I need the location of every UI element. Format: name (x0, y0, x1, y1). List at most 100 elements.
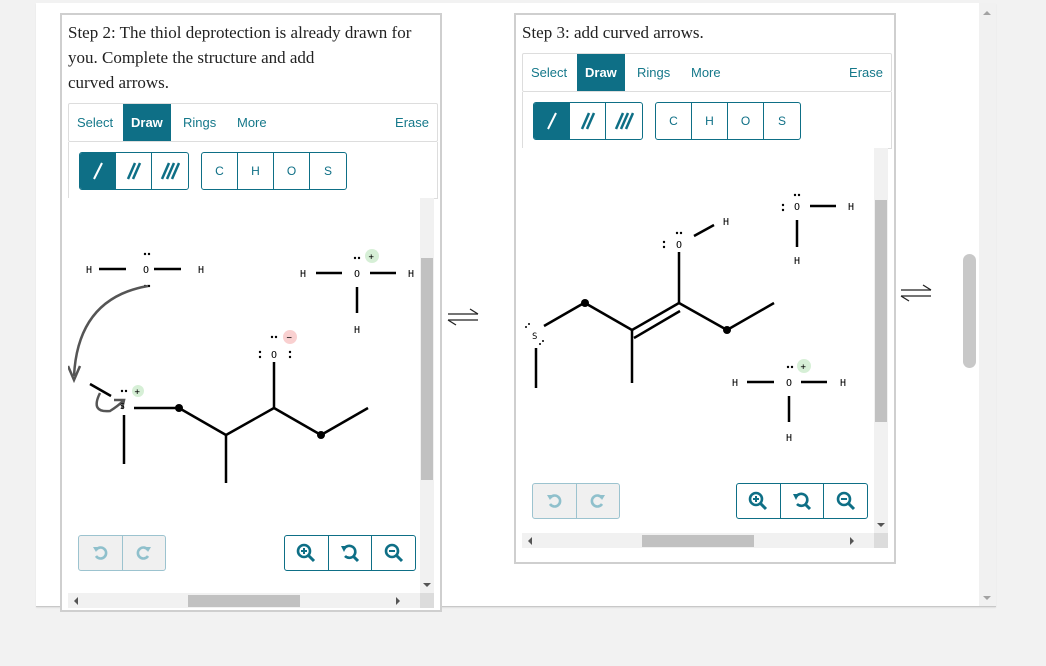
tab-select[interactable]: Select (69, 104, 121, 141)
lone-pair-dot (258, 350, 262, 354)
erase-button[interactable]: Erase (387, 104, 437, 141)
bond-tools (79, 152, 189, 190)
atom-tools: C H O S (201, 152, 347, 190)
step2-structure: H O H S + O − H O + H H (68, 249, 414, 483)
horizontal-scroll-thumb[interactable] (188, 595, 300, 607)
curved-arrow (72, 284, 149, 377)
atom-s-button[interactable]: S (764, 103, 800, 139)
scroll-down-arrow-icon[interactable] (423, 583, 431, 587)
prompt-line: Step 2: The thiol deprotection is alread… (68, 23, 412, 42)
lone-pair-dot (147, 252, 151, 256)
atom-c-button[interactable]: C (656, 103, 692, 139)
bond (178, 406, 227, 437)
page-vertical-scrollbar[interactable] (979, 3, 996, 606)
atom-h-button[interactable]: H (692, 103, 728, 139)
erase-button[interactable]: Erase (841, 54, 891, 91)
zoom-in-button[interactable] (285, 536, 329, 570)
tab-rings[interactable]: Rings (175, 104, 224, 141)
zoom-in-button[interactable] (737, 484, 781, 518)
canvas-horizontal-scrollbar[interactable] (522, 533, 874, 548)
scroll-up-icon[interactable] (983, 11, 991, 15)
atom-o-button[interactable]: O (728, 103, 764, 139)
canvas-vertical-scrollbar[interactable] (420, 198, 434, 593)
vertical-scroll-thumb[interactable] (875, 200, 887, 422)
horizontal-scroll-thumb[interactable] (642, 535, 754, 547)
triple-bond-button[interactable] (606, 103, 642, 139)
tab-more[interactable]: More (683, 54, 729, 91)
undo-button[interactable] (533, 484, 577, 518)
undo-button[interactable] (79, 536, 123, 570)
canvas-vertical-scrollbar[interactable] (874, 148, 888, 533)
atom-label: O (786, 378, 792, 389)
atom-label: H (354, 325, 360, 336)
scroll-right-arrow-icon[interactable] (850, 537, 854, 545)
charge-label: + (801, 363, 807, 373)
tab-select[interactable]: Select (523, 54, 575, 91)
tab-more[interactable]: More (229, 104, 275, 141)
single-bond-icon (546, 112, 557, 130)
step2-drawing-canvas[interactable]: H O H S + O − H O + H H (68, 198, 420, 593)
step2-toolbar: Select Draw Rings More Erase (68, 103, 438, 142)
scroll-down-icon[interactable] (983, 596, 991, 600)
lone-pair-dot (288, 350, 292, 354)
atom-c-button[interactable]: C (202, 153, 238, 189)
zoom-in-icon (297, 543, 316, 563)
atom-s-button[interactable]: S (310, 153, 346, 189)
single-bond-icon (92, 162, 103, 180)
double-bond-icon (580, 112, 595, 130)
equilibrium-arrow-icon (447, 308, 479, 326)
lone-pair-dot (793, 193, 797, 197)
lone-pair-dot (274, 335, 278, 339)
scroll-left-arrow-icon[interactable] (74, 597, 78, 605)
step2-tools: C H O S (68, 142, 438, 199)
atom-label: H (840, 378, 846, 389)
outer-scroll-thumb[interactable] (963, 254, 976, 368)
charge-label: + (135, 388, 141, 398)
zoom-out-button[interactable] (372, 536, 415, 570)
tab-draw[interactable]: Draw (577, 54, 625, 91)
tab-rings[interactable]: Rings (629, 54, 678, 91)
lone-pair-dot (539, 343, 541, 345)
redo-button[interactable] (123, 536, 166, 570)
zoom-controls (284, 535, 416, 571)
scroll-left-arrow-icon[interactable] (528, 537, 532, 545)
redo-button[interactable] (577, 484, 620, 518)
lone-pair-dot (357, 256, 361, 260)
atom-label: H (408, 269, 414, 280)
scroll-right-arrow-icon[interactable] (396, 597, 400, 605)
lone-pair-dot (124, 389, 128, 393)
undo-icon (93, 546, 108, 560)
atom-h-button[interactable]: H (238, 153, 274, 189)
lone-pair-dot (270, 335, 274, 339)
lone-pair-dot (786, 365, 790, 369)
tab-draw[interactable]: Draw (123, 104, 171, 141)
lone-pair-dot (528, 323, 530, 325)
lone-pair-dot (781, 208, 785, 212)
atom-label: O (354, 269, 360, 280)
lone-pair-dot (662, 240, 666, 244)
canvas-horizontal-scrollbar[interactable] (68, 593, 420, 608)
vertical-scroll-thumb[interactable] (421, 258, 433, 480)
atom-label: H (794, 256, 800, 267)
scroll-down-arrow-icon[interactable] (877, 523, 885, 527)
atom-o-button[interactable]: O (274, 153, 310, 189)
double-bond-button[interactable] (116, 153, 152, 189)
zoom-out-button[interactable] (824, 484, 867, 518)
single-bond-button[interactable] (534, 103, 570, 139)
atom-label: O (676, 240, 682, 251)
triple-bond-button[interactable] (152, 153, 188, 189)
zoom-reset-button[interactable] (329, 536, 373, 570)
single-bond-button[interactable] (80, 153, 116, 189)
step3-drawing-canvas[interactable]: S O H O H H H O + H H (522, 148, 874, 543)
bond-tools (533, 102, 643, 140)
step3-panel: Step 3: add curved arrows. Select Draw R… (514, 13, 896, 564)
zoom-reset-button[interactable] (781, 484, 825, 518)
scrollbar-corner (874, 533, 888, 548)
atom-label: H (86, 265, 92, 276)
bond (693, 223, 715, 238)
double-bond-button[interactable] (570, 103, 606, 139)
atom-label: O (143, 265, 149, 276)
lone-pair-dot (662, 245, 666, 249)
lone-pair-dot (542, 340, 544, 342)
atom-label: H (732, 378, 738, 389)
